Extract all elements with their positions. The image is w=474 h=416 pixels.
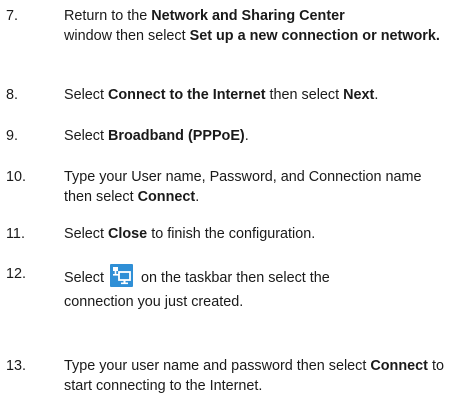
bold-term: Next xyxy=(343,87,375,103)
step-10: 10. Type your User name, Password, and C… xyxy=(6,167,472,207)
step-text: Select Broadband (PPPoE). xyxy=(64,128,249,144)
step-text: Select Connect to the Internet then sele… xyxy=(64,87,379,103)
step-number: 13. xyxy=(6,358,27,374)
step-text: Return to the Network and Sharing Center… xyxy=(64,8,440,44)
bold-term: Connect xyxy=(137,189,196,205)
step-12: 12. Select on the taskbar then select th… xyxy=(6,264,472,314)
bold-term: Broadband (PPPoE) xyxy=(108,128,245,144)
network-taskbar-icon xyxy=(110,264,133,287)
step-number: 12. xyxy=(6,266,27,282)
step-number: 11. xyxy=(6,226,25,242)
step-13: 13. Type your user name and password the… xyxy=(6,356,472,396)
bold-term: Connect to the Internet xyxy=(108,87,266,103)
step-number: 9. xyxy=(6,128,19,144)
step-text: Select on the taskbar then select the con… xyxy=(64,264,472,314)
bold-term: Close xyxy=(108,226,148,242)
step-text: Type your User name, Password, and Conne… xyxy=(64,169,422,205)
step-8: 8. Select Connect to the Internet then s… xyxy=(6,85,472,105)
step-9: 9. Select Broadband (PPPoE). xyxy=(6,126,472,146)
bold-term: Connect xyxy=(370,358,428,374)
bold-term: Network and Sharing Center xyxy=(151,8,345,24)
step-number: 8. xyxy=(6,87,19,103)
step-text: Type your user name and password then se… xyxy=(64,358,444,394)
step-7: 7. Return to the Network and Sharing Cen… xyxy=(6,6,472,46)
step-11: 11. Select Close to finish the configura… xyxy=(6,224,472,244)
step-text: Select Close to finish the configuration… xyxy=(64,226,316,242)
step-number: 7. xyxy=(6,8,19,24)
bold-term: Set up a new connection or network. xyxy=(189,28,440,44)
step-number: 10. xyxy=(6,169,27,185)
